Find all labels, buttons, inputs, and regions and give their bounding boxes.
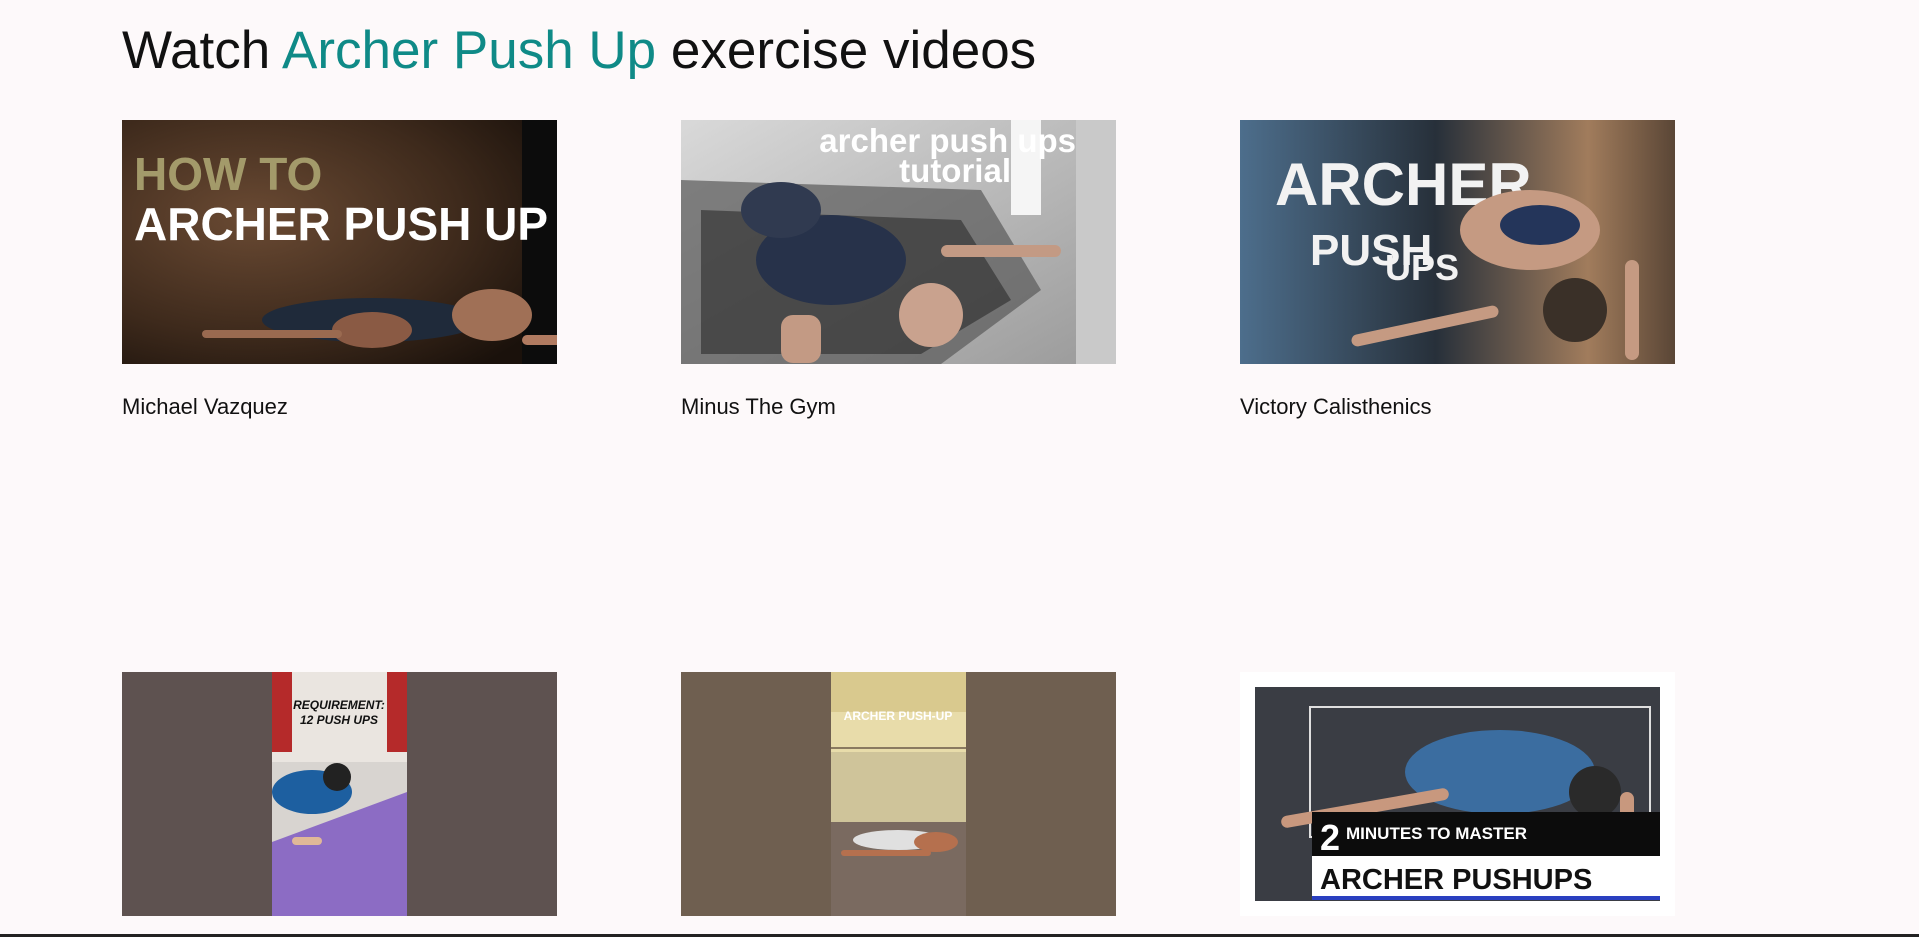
svg-text:ARCHER PUSHUPS: ARCHER PUSHUPS <box>1320 864 1592 896</box>
video-thumbnail[interactable]: ARCHER PUSH UPS <box>1240 120 1675 364</box>
title-prefix: Watch <box>122 21 271 80</box>
svg-text:MINUTES TO MASTER: MINUTES TO MASTER <box>1346 824 1527 843</box>
channel-name[interactable]: Michael Vazquez <box>122 394 288 420</box>
video-thumbnail[interactable]: REQUIREMENT: 12 PUSH UPS <box>122 672 557 916</box>
svg-text:ARCHER PUSH-UP: ARCHER PUSH-UP <box>844 709 953 723</box>
thumbnail-image: REQUIREMENT: 12 PUSH UPS <box>122 672 557 916</box>
video-thumbnail[interactable]: archer push ups tutorial <box>681 120 1116 364</box>
thumbnail-image: archer push ups tutorial <box>681 120 1116 364</box>
svg-text:REQUIREMENT:: REQUIREMENT: <box>293 698 385 712</box>
svg-text:12 PUSH UPS: 12 PUSH UPS <box>300 713 378 727</box>
thumbnail-image: ARCHER PUSH-UP <box>681 672 1116 916</box>
svg-text:UPS: UPS <box>1385 247 1459 288</box>
thumbnail-image: 2 MINUTES TO MASTER ARCHER PUSHUPS <box>1240 672 1675 916</box>
thumbnail-image: ARCHER PUSH UPS <box>1240 120 1675 364</box>
svg-text:tutorial: tutorial <box>899 152 1011 189</box>
channel-name[interactable]: Minus The Gym <box>681 394 836 420</box>
title-suffix: exercise videos <box>670 21 1037 80</box>
page-title: Watch Archer Push Up exercise videos <box>122 20 1036 82</box>
thumbnail-image: HOW TO ARCHER PUSH UP <box>122 120 557 364</box>
exercise-name: Archer Push Up <box>282 21 657 80</box>
channel-name[interactable]: Victory Calisthenics <box>1240 394 1432 420</box>
svg-text:ARCHER PUSH UP: ARCHER PUSH UP <box>134 198 548 250</box>
video-thumbnail[interactable]: ARCHER PUSH-UP <box>681 672 1116 916</box>
video-thumbnail[interactable]: HOW TO ARCHER PUSH UP <box>122 120 557 364</box>
video-thumbnail[interactable]: 2 MINUTES TO MASTER ARCHER PUSHUPS <box>1240 672 1675 916</box>
svg-text:2: 2 <box>1320 817 1340 858</box>
svg-text:HOW TO: HOW TO <box>134 148 322 200</box>
